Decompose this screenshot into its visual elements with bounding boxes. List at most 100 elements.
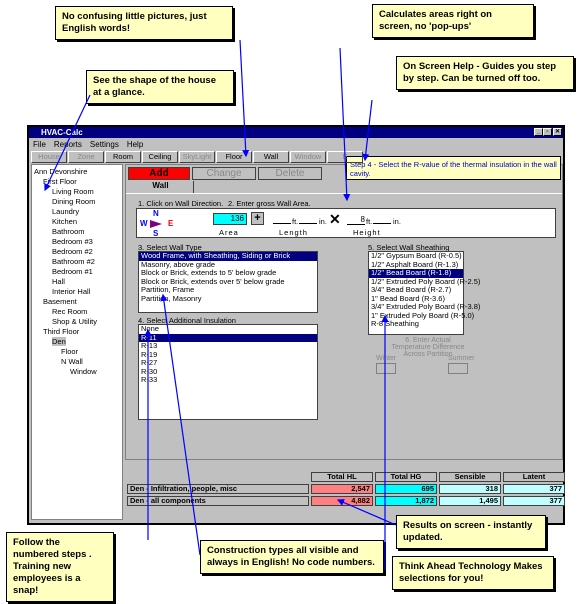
tree-item[interactable]: Bedroom #1 bbox=[52, 267, 93, 276]
results-panel: Total HL Total HG Sensible Latent Den - Infi… bbox=[125, 462, 565, 522]
main-panel: Add Change Delete Wall 1. Click on Wall … bbox=[125, 164, 563, 460]
tree-item[interactable]: Bedroom #3 bbox=[52, 237, 93, 246]
tree-item[interactable]: Ann Devonshire bbox=[34, 167, 87, 176]
step1-label: 1. Click on Wall Direction. bbox=[138, 199, 224, 208]
list-item[interactable]: R-33 bbox=[139, 375, 317, 385]
toolbar-skylight-button[interactable]: SkyLight bbox=[179, 151, 215, 163]
compass-n[interactable]: N bbox=[153, 209, 159, 218]
height-in-input[interactable] bbox=[373, 223, 391, 224]
menu-settings[interactable]: Settings bbox=[90, 140, 119, 149]
app-window: HVAC-Calc _ ▫ ✕ File Reports Settings Help … bbox=[27, 125, 565, 525]
window-title: HVAC-Calc bbox=[41, 128, 83, 137]
summer-input[interactable] bbox=[448, 363, 468, 374]
sheathing-list[interactable]: 1/2" Gypsum Board (R-0.5) 1/2" Asphalt Bo… bbox=[368, 251, 480, 335]
delete-button[interactable]: Delete bbox=[258, 167, 322, 180]
in-unit: in. bbox=[319, 217, 327, 226]
callout-help: On Screen Help - Guides you step by step… bbox=[396, 56, 574, 90]
column-header: Total HG bbox=[375, 472, 437, 482]
step2-label: 2. Enter gross Wall Area. bbox=[228, 199, 311, 208]
area-section: N S W E 136 Area + ft. in. Length ✕ 8 ft… bbox=[136, 208, 556, 238]
result-row-name: Den - Infiltration, people, misc bbox=[127, 484, 309, 494]
tree-item[interactable]: Dining Room bbox=[52, 197, 95, 206]
change-button[interactable]: Change bbox=[192, 167, 256, 180]
result-cell: 695 bbox=[375, 484, 437, 494]
tree-item[interactable]: N Wall bbox=[61, 357, 83, 366]
winter-input[interactable] bbox=[376, 363, 396, 374]
area-input[interactable]: 136 bbox=[213, 213, 247, 225]
toolbar-ceiling-button[interactable]: Ceiling bbox=[142, 151, 178, 163]
result-cell: 377 bbox=[503, 484, 565, 494]
tree-item[interactable]: Den bbox=[52, 337, 66, 346]
tree-item[interactable]: Rec Room bbox=[52, 307, 87, 316]
summer-label: Summer bbox=[448, 355, 475, 362]
tree-item[interactable]: First Floor bbox=[43, 177, 77, 186]
tree-item[interactable]: Interior Hall bbox=[52, 287, 90, 296]
height-ft-input[interactable]: 8 bbox=[347, 215, 365, 225]
insulation-list[interactable]: None R-11 R-13 R-19 R-27 R-30 R-33 bbox=[138, 324, 318, 420]
column-header: Sensible bbox=[439, 472, 501, 482]
winter-label: Winter bbox=[376, 355, 397, 362]
result-cell: 318 bbox=[439, 484, 501, 494]
length-label: Length bbox=[279, 228, 308, 237]
result-cell: 1,495 bbox=[439, 496, 501, 506]
result-cell: 1,872 bbox=[375, 496, 437, 506]
ft-unit: ft. bbox=[366, 217, 373, 226]
tree-item[interactable]: Shop & Utility bbox=[52, 317, 97, 326]
menu-help[interactable]: Help bbox=[127, 140, 143, 149]
menu-reports[interactable]: Reports bbox=[54, 140, 82, 149]
tree-item[interactable]: Third Floor bbox=[43, 327, 79, 336]
result-cell: 377 bbox=[503, 496, 565, 506]
area-label: Area bbox=[219, 228, 239, 237]
add-area-button[interactable]: + bbox=[251, 212, 264, 225]
tab-wall[interactable]: Wall bbox=[128, 181, 194, 193]
close-button[interactable]: ✕ bbox=[553, 128, 562, 136]
callout-construction: Construction types all visible and alway… bbox=[200, 540, 384, 574]
list-item[interactable]: R-13 bbox=[139, 341, 317, 351]
tree-item[interactable]: Basement bbox=[43, 297, 77, 306]
column-header: Latent bbox=[503, 472, 565, 482]
list-item[interactable]: R-27 bbox=[139, 358, 317, 368]
tree-item[interactable]: Kitchen bbox=[52, 217, 77, 226]
tree-item[interactable]: Laundry bbox=[52, 207, 79, 216]
in-unit: in. bbox=[393, 217, 401, 226]
tree-item[interactable]: Hall bbox=[52, 277, 65, 286]
list-item[interactable]: R-19 bbox=[139, 350, 317, 360]
toolbar-window-button[interactable]: Window bbox=[290, 151, 326, 163]
list-item[interactable]: None bbox=[139, 324, 317, 334]
multiply-icon: ✕ bbox=[329, 211, 341, 227]
menu-file[interactable]: File bbox=[33, 140, 46, 149]
list-item[interactable]: R-11 bbox=[139, 333, 317, 342]
toolbar-e-button[interactable]: E bbox=[327, 151, 363, 163]
callout-shape: See the shape of the house at a glance. bbox=[86, 70, 234, 104]
list-item[interactable]: Partition, Masonry bbox=[139, 294, 317, 304]
length-in-input[interactable] bbox=[299, 223, 317, 224]
minimize-button[interactable]: _ bbox=[534, 128, 543, 136]
length-ft-input[interactable] bbox=[273, 223, 291, 224]
list-item[interactable]: R-30 bbox=[139, 367, 317, 377]
tree-item[interactable]: Living Room bbox=[52, 187, 94, 196]
wall-type-list[interactable]: Wood Frame, with Sheathing, Siding or Br… bbox=[138, 251, 318, 313]
compass-e[interactable]: E bbox=[168, 219, 173, 228]
compass-w[interactable]: W bbox=[140, 219, 148, 228]
compass-s[interactable]: S bbox=[153, 229, 158, 238]
result-row-name: Den - all components bbox=[127, 496, 309, 506]
tree-item[interactable]: Window bbox=[70, 367, 97, 376]
callout-results: Results on screen - instantly updated. bbox=[396, 515, 546, 549]
result-cell: 2,547 bbox=[311, 484, 373, 494]
callout-think: Think Ahead Technology Makes selections … bbox=[392, 556, 554, 590]
toolbar-house-button[interactable]: House bbox=[31, 151, 67, 163]
list-item[interactable]: R-8 Sheathing bbox=[369, 319, 463, 329]
toolbar-wall-button[interactable]: Wall bbox=[253, 151, 289, 163]
tree-item[interactable]: Floor bbox=[61, 347, 78, 356]
tree-item[interactable]: Bedroom #2 bbox=[52, 247, 93, 256]
toolbar-zone-button[interactable]: Zone bbox=[68, 151, 104, 163]
add-button[interactable]: Add bbox=[128, 167, 190, 180]
column-header: Total HL bbox=[311, 472, 373, 482]
tree-item[interactable]: Bathroom #2 bbox=[52, 257, 95, 266]
house-tree[interactable]: Ann Devonshire First Floor Living Room Dini… bbox=[31, 164, 123, 520]
toolbar-room-button[interactable]: Room bbox=[105, 151, 141, 163]
toolbar-floor-button[interactable]: Floor bbox=[216, 151, 252, 163]
tree-item[interactable]: Bathroom bbox=[52, 227, 85, 236]
maximize-button[interactable]: ▫ bbox=[543, 128, 552, 136]
callout-steps: Follow the numbered steps . Training new… bbox=[6, 532, 114, 602]
